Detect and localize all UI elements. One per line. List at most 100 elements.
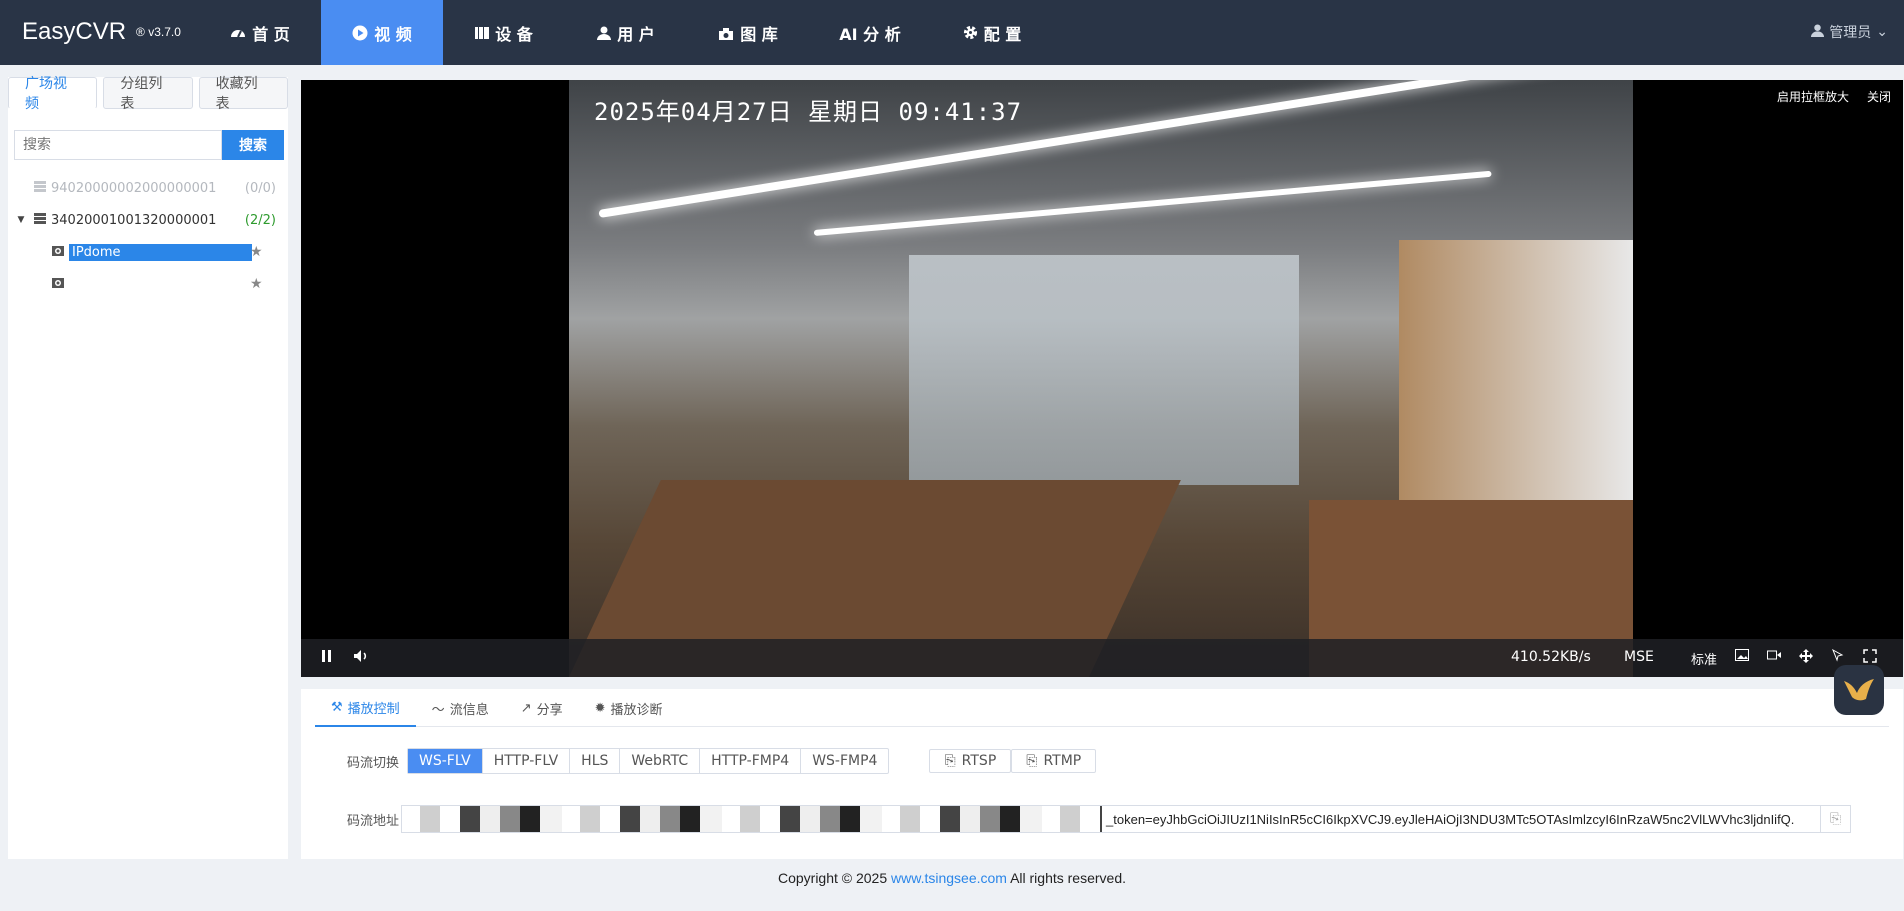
nav-video[interactable]: 视 频 — [321, 0, 443, 65]
tree-node-device[interactable]: 94020000002000000001 (0/0) — [8, 172, 288, 204]
tree-channel-item[interactable]: IPdome ★ — [8, 236, 288, 268]
gear-icon: ✹ — [594, 700, 606, 716]
nav-home[interactable]: 首 页 — [199, 0, 321, 65]
record-icon[interactable] — [1767, 649, 1781, 665]
protocol-switch: WS-FLV HTTP-FLV HLS WebRTC HTTP-FMP4 WS-… — [407, 748, 890, 774]
tab-label: 流信息 — [449, 702, 489, 718]
user-icon — [597, 26, 612, 40]
tab-diagnostics[interactable]: ✹ 播放诊断 — [579, 689, 679, 727]
play-icon — [352, 25, 368, 41]
star-icon[interactable]: ★ — [250, 244, 263, 260]
device-tree: 94020000002000000001 (0/0) ▼ 34020001001… — [8, 172, 288, 300]
pulse-icon: 〜 — [431, 702, 445, 718]
tab-group-list[interactable]: 分组列表 — [103, 76, 193, 112]
channel-count: (2/2) — [244, 212, 276, 228]
protocol-http-fmp4[interactable]: HTTP-FMP4 — [700, 749, 802, 773]
stream-switch-label: 码流切换 — [347, 755, 400, 771]
footer-link[interactable]: www.tsingsee.com — [891, 870, 1007, 886]
tab-share[interactable]: ↗ 分享 — [505, 689, 579, 727]
device-id: 34020001001320000001 — [51, 212, 217, 228]
player-top-buttons: 启用拉框放大 关闭 — [1777, 88, 1891, 105]
osd-timestamp: 2025年04月27日 星期日 09:41:37 — [594, 98, 1023, 126]
footer-rights: All rights reserved. — [1006, 870, 1127, 886]
tools-icon: ⚒ — [331, 699, 343, 715]
nav-device-label: 设 备 — [495, 24, 533, 44]
app-name: EasyCVR — [22, 18, 127, 45]
camera-icon — [52, 277, 64, 292]
protocol-webrtc[interactable]: WebRTC — [620, 749, 701, 773]
tab-label: 播放诊断 — [610, 702, 663, 718]
zoom-box-button[interactable]: 启用拉框放大 — [1777, 88, 1849, 105]
copy-url-icon[interactable]: ⎘ — [1820, 806, 1851, 832]
tree-channel-item[interactable]: ★ — [8, 268, 288, 300]
tab-playback-control[interactable]: ⚒ 播放控制 — [315, 689, 416, 727]
sidebar-tabs: 广场视频 分组列表 收藏列表 — [8, 76, 288, 112]
volume-icon[interactable] — [353, 649, 369, 667]
protocol-hls[interactable]: HLS — [570, 749, 621, 773]
footer-copyright: Copyright © 2025 — [777, 870, 892, 886]
gallery-icon — [718, 26, 734, 40]
quality-selector[interactable]: 标准 — [1691, 649, 1717, 668]
top-navbar: EasyCVR ® v3.7.0 首 页 视 频 设 备 用 户 图 库 AI 分… — [0, 0, 1904, 65]
user-menu[interactable]: 管理员 ⌄ — [1811, 22, 1888, 42]
nav-ai[interactable]: AI 分 析 — [809, 0, 931, 65]
nav-ai-label: AI 分 析 — [839, 24, 901, 44]
nav-config-label: 配 置 — [983, 24, 1022, 44]
ptz-icon[interactable] — [1799, 649, 1813, 667]
stream-url-token: _token=eyJhbGciOiJIUzI1NiIsInR5cCI6IkpXV… — [1106, 811, 1795, 827]
user-icon — [1811, 23, 1825, 41]
nav-home-label: 首 页 — [252, 24, 290, 44]
player-controls: 410.52KB/s MSE 标准 — [301, 639, 1903, 677]
search-input[interactable] — [14, 130, 222, 160]
device-icon — [475, 26, 490, 40]
stream-switch-row: 码流切换 WS-FLV HTTP-FLV HLS WebRTC HTTP-FMP… — [347, 748, 1097, 774]
server-icon — [34, 180, 46, 196]
app-logo[interactable]: EasyCVR ® v3.7.0 — [22, 18, 181, 46]
ceiling-light — [813, 170, 1492, 236]
gear-icon — [963, 25, 978, 40]
tab-square-video[interactable]: 广场视频 — [8, 76, 98, 112]
copy-rtmp-button[interactable]: ⎘ RTMP — [1011, 749, 1097, 773]
tab-label: 分享 — [536, 702, 563, 718]
channel-sidebar: 广场视频 分组列表 收藏列表 搜索 94020000002000000001 (… — [8, 76, 288, 859]
device-id: 94020000002000000001 — [51, 180, 217, 196]
page-footer: Copyright © 2025 www.tsingsee.com All ri… — [0, 870, 1904, 886]
server-icon — [34, 212, 46, 228]
close-player-button[interactable]: 关闭 — [1867, 88, 1891, 105]
channel-label: IPdome — [69, 243, 252, 261]
copy-rtsp-button[interactable]: ⎘ RTSP — [929, 749, 1012, 773]
channel-count: (0/0) — [244, 180, 276, 196]
tab-stream-info[interactable]: 〜流信息 — [416, 689, 505, 727]
camera-icon — [52, 245, 64, 260]
stream-url-field[interactable]: _token=eyJhbGciOiJIUzI1NiIsInR5cCI6IkpXV… — [401, 805, 1852, 833]
caret-down-icon[interactable]: ▼ — [14, 215, 28, 225]
stream-url-row: 码流地址 _token=eyJhbGciOiJIUzI1NiIsInR5cCI6… — [347, 805, 1852, 833]
nav-device[interactable]: 设 备 — [443, 0, 565, 65]
tab-label: 播放控制 — [347, 701, 400, 717]
nav-gallery[interactable]: 图 库 — [687, 0, 809, 65]
protocol-ws-fmp4[interactable]: WS-FMP4 — [801, 749, 888, 773]
protocol-http-flv[interactable]: HTTP-FLV — [483, 749, 571, 773]
main-nav: 首 页 视 频 设 备 用 户 图 库 AI 分 析 配 置 — [199, 0, 1053, 65]
copy-rtsp-label: RTSP — [961, 753, 997, 769]
search-button[interactable]: 搜索 — [222, 130, 284, 160]
playback-mode: MSE — [1624, 649, 1654, 665]
chevron-down-icon: ⌄ — [1876, 24, 1888, 40]
snapshot-icon[interactable] — [1735, 649, 1749, 665]
star-icon[interactable]: ★ — [250, 276, 263, 292]
video-player[interactable]: 2025年04月27日 星期日 09:41:37 启用拉框放大 关闭 410.5… — [301, 80, 1903, 677]
nav-video-label: 视 频 — [374, 24, 412, 44]
pause-icon[interactable] — [321, 649, 333, 667]
dashboard-icon — [230, 25, 246, 41]
nav-config[interactable]: 配 置 — [931, 0, 1053, 65]
tab-favorites[interactable]: 收藏列表 — [198, 76, 288, 112]
nav-user-label: 用 户 — [617, 24, 655, 44]
protocol-ws-flv[interactable]: WS-FLV — [408, 749, 483, 773]
copy-rtmp-label: RTMP — [1043, 753, 1082, 769]
copy-icon: ⎘ — [944, 753, 956, 769]
assistant-bird-icon[interactable] — [1834, 665, 1884, 715]
bitrate-display: 410.52KB/s — [1511, 649, 1591, 665]
shelf — [1399, 240, 1633, 540]
nav-user[interactable]: 用 户 — [565, 0, 687, 65]
tree-node-device[interactable]: ▼ 34020001001320000001 (2/2) — [8, 204, 288, 236]
